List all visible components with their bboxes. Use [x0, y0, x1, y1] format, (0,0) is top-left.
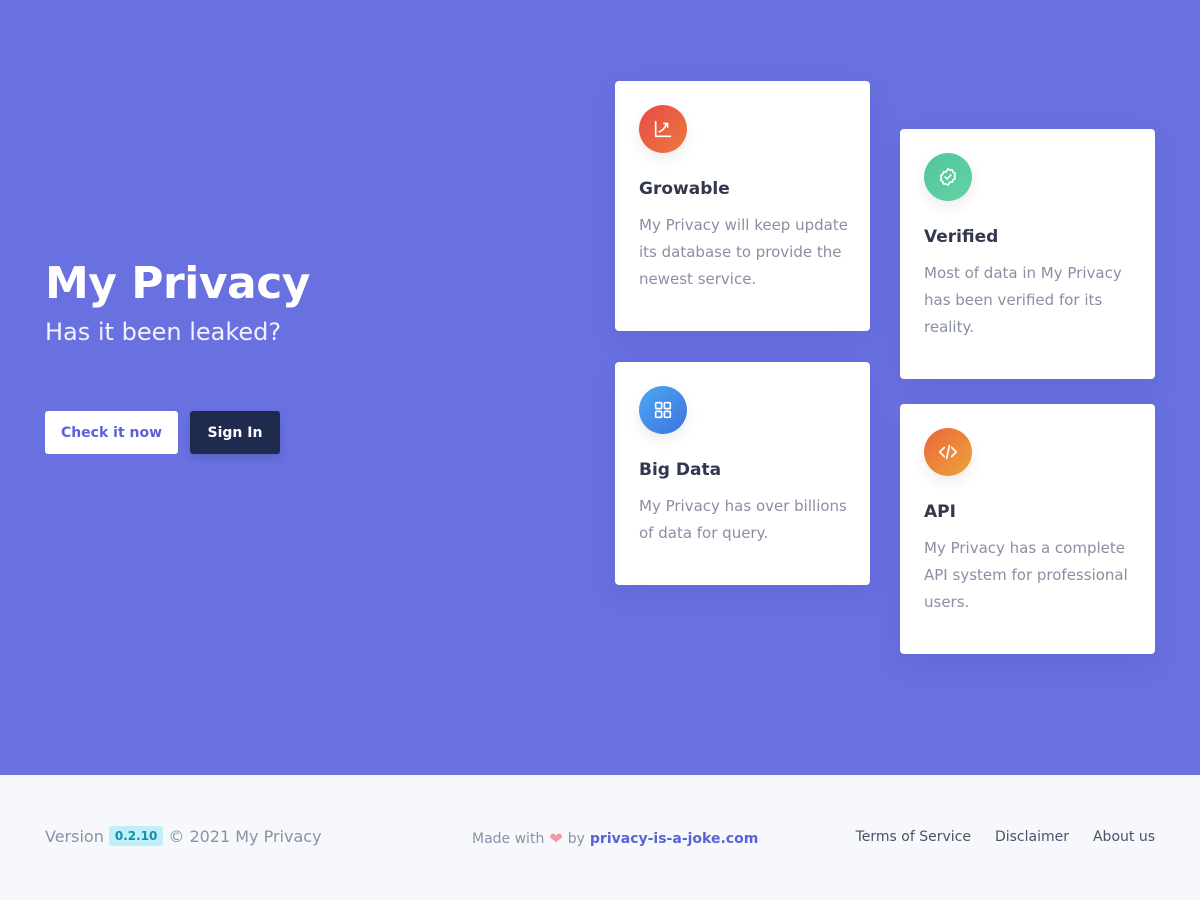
- heart-icon: ❤: [549, 829, 563, 848]
- footer-credit: Made with ❤ by privacy-is-a-joke.com: [472, 829, 758, 848]
- code-icon: [924, 428, 972, 476]
- feature-card-verified: Verified Most of data in My Privacy has …: [900, 129, 1155, 379]
- hero-text: My Privacy Has it been leaked?: [45, 256, 310, 350]
- version-label: Version: [45, 826, 104, 846]
- about-us-link[interactable]: About us: [1093, 829, 1155, 845]
- grid-icon: [639, 386, 687, 434]
- copyright-text: © 2021 My Privacy: [168, 826, 322, 846]
- feature-title: Growable: [639, 179, 730, 199]
- chart-up-icon: [639, 105, 687, 153]
- feature-text: My Privacy has over billions of data for…: [639, 497, 847, 542]
- feature-text: My Privacy will keep update its database…: [639, 216, 848, 288]
- page-title: My Privacy: [45, 258, 310, 309]
- feature-text: Most of data in My Privacy has been veri…: [924, 264, 1122, 336]
- hero-section: My Privacy Has it been leaked? Check it …: [0, 0, 1200, 775]
- feature-card-api: API My Privacy has a complete API system…: [900, 404, 1155, 654]
- feature-title: API: [924, 502, 956, 522]
- footer-version: Version 0.2.10 © 2021 My Privacy: [45, 826, 322, 846]
- hero-buttons: Check it now Sign In: [45, 411, 280, 454]
- check-it-now-button[interactable]: Check it now: [45, 411, 178, 454]
- feature-text: My Privacy has a complete API system for…: [924, 539, 1128, 611]
- feature-card-big-data: Big Data My Privacy has over billions of…: [615, 362, 870, 585]
- feature-card-growable: Growable My Privacy will keep update its…: [615, 81, 870, 331]
- version-badge: 0.2.10: [108, 826, 164, 846]
- footer-links: Terms of Service Disclaimer About us: [856, 829, 1155, 845]
- disclaimer-link[interactable]: Disclaimer: [995, 829, 1069, 845]
- sign-in-button[interactable]: Sign In: [190, 411, 280, 454]
- feature-title: Big Data: [639, 460, 722, 480]
- terms-of-service-link[interactable]: Terms of Service: [856, 829, 971, 845]
- page-subtitle: Has it been leaked?: [45, 318, 282, 346]
- site-link[interactable]: privacy-is-a-joke.com: [590, 831, 758, 847]
- feature-title: Verified: [924, 227, 999, 247]
- made-with-text: Made with: [472, 830, 545, 847]
- by-text: by: [567, 830, 585, 847]
- verified-badge-icon: [924, 153, 972, 201]
